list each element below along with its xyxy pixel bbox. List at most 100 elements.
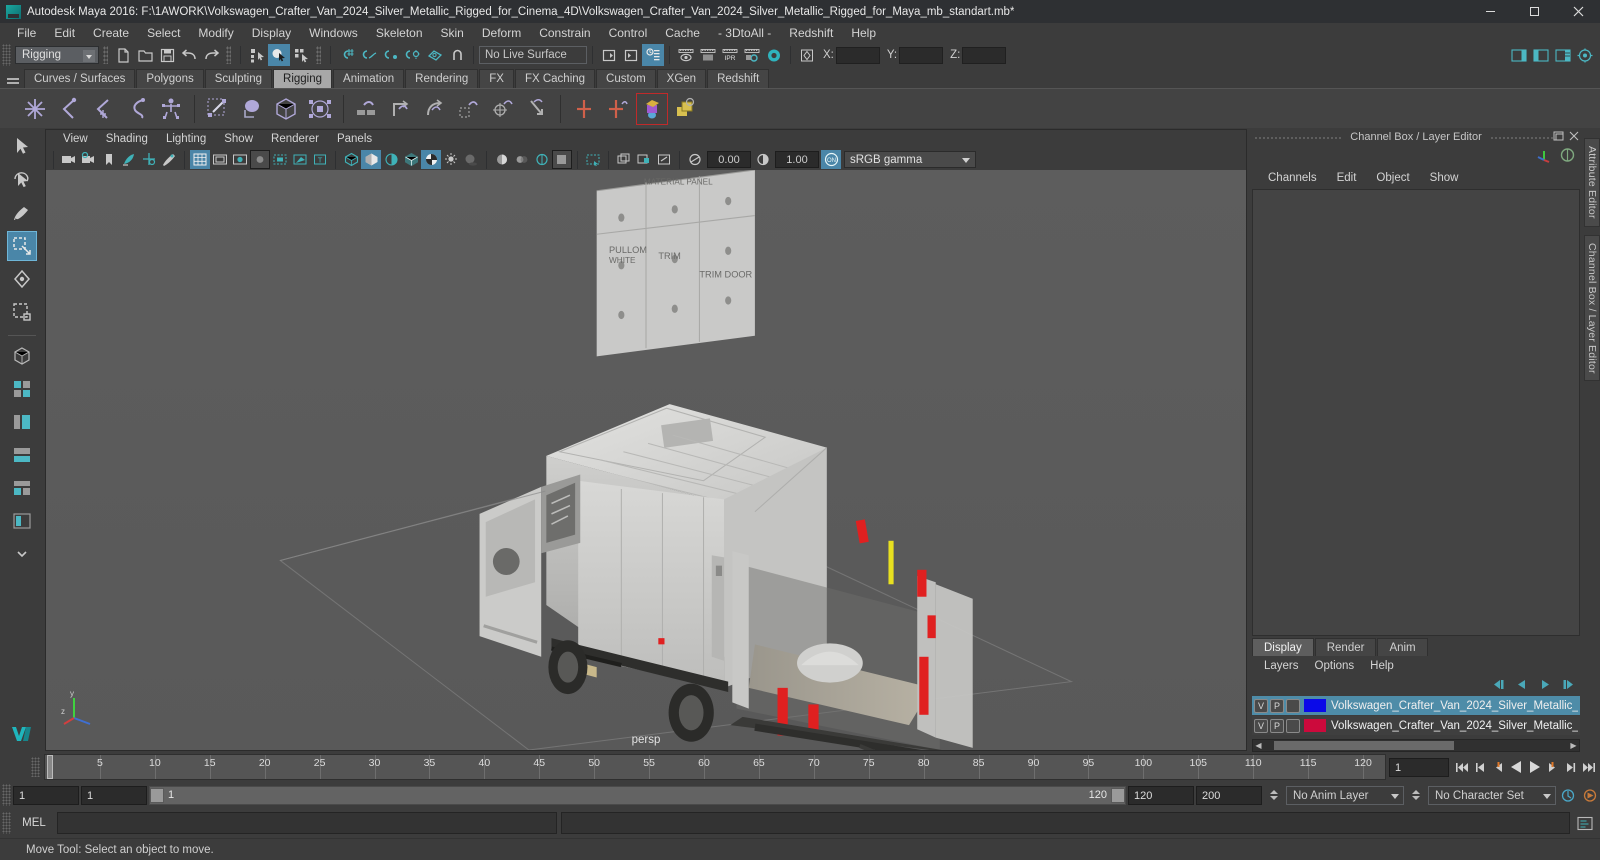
- layer-playback-toggle[interactable]: P: [1270, 698, 1284, 713]
- layer-state-toggle[interactable]: [1286, 718, 1300, 733]
- close-button[interactable]: [1556, 0, 1600, 23]
- viewport-menu-view[interactable]: View: [54, 130, 97, 149]
- twod-pan-zoom-icon[interactable]: [139, 150, 159, 169]
- menu-redshift[interactable]: Redshift: [780, 23, 842, 43]
- range-end-field[interactable]: 200: [1196, 785, 1262, 805]
- scroll-left-icon[interactable]: ◀: [1253, 741, 1264, 750]
- interactive-bind-icon[interactable]: [236, 93, 268, 125]
- smooth-shade-all-icon[interactable]: [361, 150, 381, 169]
- menu-windows[interactable]: Windows: [300, 23, 367, 43]
- menu-select[interactable]: Select: [138, 23, 189, 43]
- shelf-menu-icon[interactable]: [2, 69, 24, 88]
- viewport-menu-show[interactable]: Show: [215, 130, 262, 149]
- range-left-handle[interactable]: [150, 787, 164, 803]
- layer-color-swatch[interactable]: [1304, 699, 1326, 712]
- command-language-label[interactable]: MEL: [11, 817, 57, 829]
- menu-skin[interactable]: Skin: [432, 23, 473, 43]
- more-layouts-icon[interactable]: [7, 539, 37, 569]
- hypershade-persp-layout-icon[interactable]: [7, 473, 37, 503]
- ipr-render-icon[interactable]: IPR: [719, 44, 741, 66]
- layer-visibility-toggle[interactable]: V: [1254, 698, 1268, 713]
- snap-to-point-icon[interactable]: [380, 44, 402, 66]
- command-input[interactable]: [57, 812, 557, 834]
- range-bar[interactable]: 1 120: [149, 785, 1126, 805]
- screen-space-ao-icon[interactable]: [492, 150, 512, 169]
- create-ik-handle-icon[interactable]: [53, 93, 85, 125]
- channel-box-menu-show[interactable]: Show: [1420, 167, 1469, 189]
- current-frame-field[interactable]: 1: [1389, 757, 1449, 777]
- time-cursor[interactable]: [47, 755, 53, 779]
- aim-constraint-icon[interactable]: [487, 93, 519, 125]
- save-scene-icon[interactable]: [156, 44, 178, 66]
- panel-layout-icon[interactable]: [634, 150, 654, 169]
- exposure-value[interactable]: 0.00: [707, 151, 751, 168]
- step-forward-frame-icon[interactable]: [1562, 758, 1579, 777]
- range-slider-grip[interactable]: [2, 784, 11, 806]
- sidebar-channel-box-icon[interactable]: [1552, 44, 1574, 66]
- lattice-deformer-icon[interactable]: [568, 93, 600, 125]
- open-script-editor-icon[interactable]: [620, 44, 642, 66]
- menu-help[interactable]: Help: [842, 23, 885, 43]
- side-tab-attribute-editor[interactable]: Attribute Editor: [1584, 138, 1600, 227]
- layer-menu-layers[interactable]: Layers: [1256, 656, 1307, 676]
- menu-edit[interactable]: Edit: [45, 23, 84, 43]
- range-start-field[interactable]: 1: [13, 785, 79, 805]
- wireframe-shading-icon[interactable]: [341, 150, 361, 169]
- new-scene-icon[interactable]: [112, 44, 134, 66]
- bind-skin-icon[interactable]: [202, 93, 234, 125]
- image-plane-icon[interactable]: [119, 150, 139, 169]
- camera-attributes-icon[interactable]: [79, 150, 99, 169]
- pole-vector-constraint-icon[interactable]: [521, 93, 553, 125]
- channel-box-menu-object[interactable]: Object: [1366, 167, 1419, 189]
- table-row[interactable]: V P Volkswagen_Crafter_Van_2024_Silver_M…: [1252, 716, 1580, 735]
- layer-back-icon[interactable]: [1491, 678, 1507, 694]
- undock-icon[interactable]: [1553, 130, 1565, 145]
- open-outliner-icon[interactable]: [598, 44, 620, 66]
- sidebar-attribute-editor-icon[interactable]: [1508, 44, 1530, 66]
- redo-icon[interactable]: [200, 44, 222, 66]
- use-default-light-icon[interactable]: [441, 150, 461, 169]
- menu-deform[interactable]: Deform: [473, 23, 530, 43]
- table-row[interactable]: V P Volkswagen_Crafter_Van_2024_Silver_M…: [1252, 696, 1580, 715]
- menu-create[interactable]: Create: [84, 23, 138, 43]
- hypershade-icon[interactable]: [763, 44, 785, 66]
- attribute-editor-icon[interactable]: [642, 44, 664, 66]
- exposure-icon[interactable]: [685, 150, 705, 169]
- multisample-icon[interactable]: [532, 150, 552, 169]
- menu-modify[interactable]: Modify: [189, 23, 242, 43]
- gate-mask-icon[interactable]: [250, 150, 270, 169]
- menu-set-selector[interactable]: Rigging: [15, 46, 99, 64]
- undo-icon[interactable]: [178, 44, 200, 66]
- orient-constraint-icon[interactable]: [419, 93, 451, 125]
- workspace-selector-icon[interactable]: [1574, 44, 1596, 66]
- step-back-key-icon[interactable]: [1490, 758, 1507, 777]
- shelf-tab-polygons[interactable]: Polygons: [136, 69, 204, 88]
- x-coordinate-field[interactable]: [835, 46, 880, 64]
- character-set-selector[interactable]: No Character Set: [1428, 785, 1556, 805]
- layer-playback-toggle[interactable]: P: [1270, 718, 1284, 733]
- shelf-tab-rendering[interactable]: Rendering: [405, 69, 479, 88]
- lasso-select-tool[interactable]: [7, 165, 37, 195]
- scale-tool[interactable]: [7, 297, 37, 327]
- select-by-hierarchy-icon[interactable]: [246, 44, 268, 66]
- create-skeleton-icon[interactable]: [155, 93, 187, 125]
- create-ik-spline-handle-icon[interactable]: [87, 93, 119, 125]
- open-scene-icon[interactable]: [134, 44, 156, 66]
- scrollbar-thumb[interactable]: [1274, 741, 1454, 750]
- channel-box-attribute-list[interactable]: [1252, 189, 1580, 636]
- play-forwards-icon[interactable]: [1526, 758, 1543, 777]
- scroll-right-icon[interactable]: ▶: [1568, 741, 1579, 750]
- snap-to-grid-icon[interactable]: [336, 44, 358, 66]
- tab-display-layers[interactable]: Display: [1252, 638, 1314, 656]
- status-line-grip[interactable]: [2, 44, 11, 66]
- anim-layer-stepper-icon[interactable]: [1406, 786, 1426, 805]
- viewport-menu-lighting[interactable]: Lighting: [157, 130, 215, 149]
- z-coordinate-field[interactable]: [962, 46, 1007, 64]
- select-tool[interactable]: [7, 132, 37, 162]
- four-view-layout-icon[interactable]: [7, 374, 37, 404]
- shadows-icon[interactable]: [461, 150, 481, 169]
- go-to-end-icon[interactable]: [1580, 758, 1597, 777]
- shelf-tab-sculpting[interactable]: Sculpting: [204, 69, 273, 88]
- render-settings-icon[interactable]: [741, 44, 763, 66]
- go-to-start-icon[interactable]: [1454, 758, 1471, 777]
